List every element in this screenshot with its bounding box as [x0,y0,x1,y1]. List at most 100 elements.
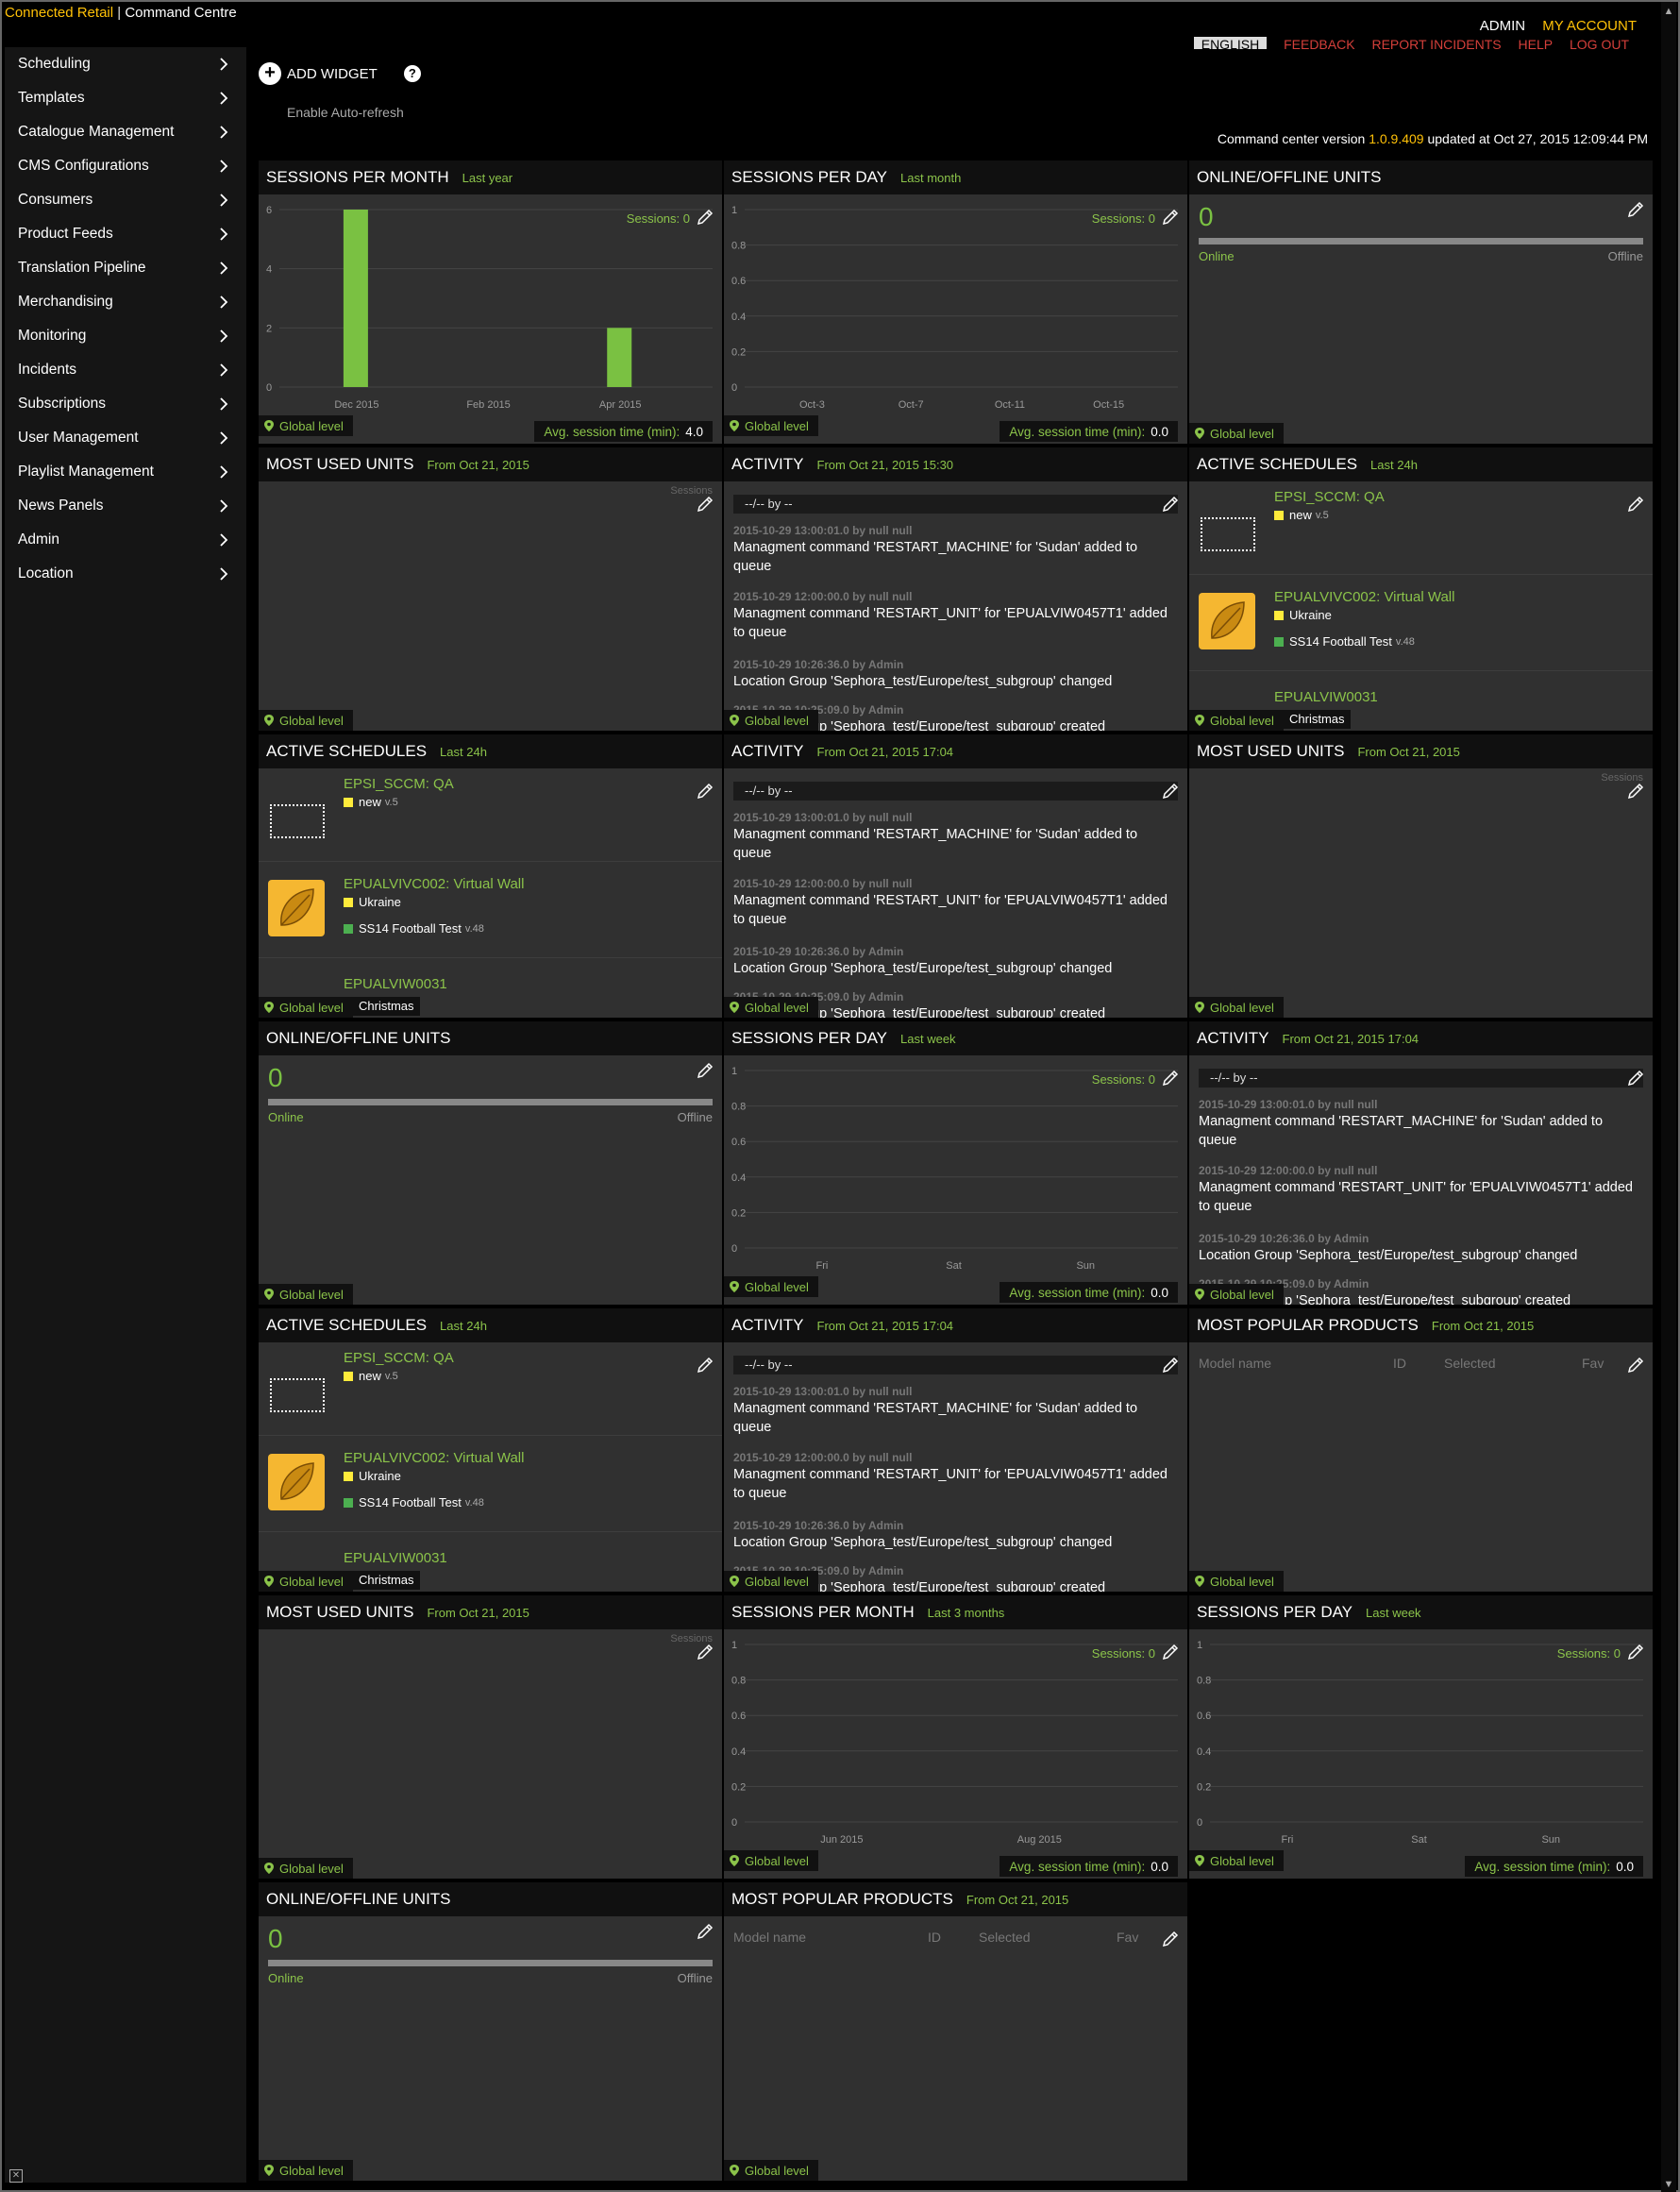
sidebar-item-location[interactable]: Location [5,557,246,591]
edit-widget-icon[interactable] [1161,495,1180,514]
sidebar-item-templates[interactable]: Templates [5,81,246,115]
activity-filter[interactable]: --/-- by -- [733,782,1178,801]
sidebar-item-label: Merchandising [18,294,113,310]
schedule-item-version: v.48 [464,922,484,935]
chevron-right-icon [220,397,228,411]
edit-widget-icon[interactable] [1626,1069,1645,1088]
avg-session-value: 0.0 [1151,1285,1168,1300]
schedule-name[interactable]: EPUALVIW0031 [344,1550,447,1566]
language-select[interactable]: ENGLISH [1193,37,1268,49]
sidebar-item-subscriptions[interactable]: Subscriptions [5,387,246,421]
schedule-name[interactable]: EPUALVIW0031 [1274,689,1378,705]
activity-message: Location Group 'Sephora_test/Europe/test… [1199,1248,1578,1263]
schedule-name[interactable]: EPSI_SCCM: QA [344,776,454,792]
column-fav[interactable]: Fav [1117,1930,1138,1945]
edit-widget-icon[interactable] [1626,1356,1645,1374]
schedule-name[interactable]: EPUALVIVC002: Virtual Wall [1274,589,1454,605]
add-widget-button[interactable]: + ADD WIDGET ? [259,62,421,85]
avg-session-time: Avg. session time (min): 0.0 [1000,1282,1178,1303]
page-scrollbar[interactable]: ▲ ▼ [1661,2,1676,2192]
help-link[interactable]: HELP [1519,37,1554,49]
sidebar-item-label: Scheduling [18,56,91,72]
activity-meta: 2015-10-29 13:00:01.0 by null null [733,524,913,537]
edit-widget-icon[interactable] [696,1643,714,1661]
x-tick-label: Oct-11 [995,399,1025,411]
widget-activity: ACTIVITY From Oct 21, 2015 15:30 --/-- by … [724,447,1187,731]
global-level-label: Global level [279,713,344,728]
schedule-name[interactable]: EPSI_SCCM: QA [1274,489,1385,505]
feedback-link[interactable]: FEEDBACK [1284,37,1354,49]
schedule-name[interactable]: EPUALVIW0031 [344,976,447,992]
edit-widget-icon[interactable] [1161,1069,1180,1088]
widget-title: SESSIONS PER DAY [731,168,888,186]
edit-widget-icon[interactable] [696,208,714,227]
location-pin-icon [730,2165,739,2176]
sidebar-item-consumers[interactable]: Consumers [5,183,246,217]
activity-entry: 2015-10-29 13:00:01.0 by null null Managm… [733,810,1174,863]
avg-session-label: Avg. session time (min): [1009,1859,1146,1874]
schedule-item: new v.5 [344,1369,398,1383]
sidebar-item-cms-configurations[interactable]: CMS Configurations [5,149,246,183]
close-icon[interactable]: ✕ [9,2169,23,2183]
chevron-right-icon [220,533,228,547]
edit-widget-icon[interactable] [1161,782,1180,801]
sidebar-item-admin[interactable]: Admin [5,523,246,557]
app-window: Connected Retail | Command Centre ADMIN … [0,0,1680,2192]
edit-widget-icon[interactable] [1626,495,1645,514]
online-progress-bar [268,1099,713,1105]
sidebar-item-product-feeds[interactable]: Product Feeds [5,217,246,251]
activity-message: Managment command 'RESTART_MACHINE' for … [733,827,1138,861]
activity-filter[interactable]: --/-- by -- [733,495,1178,514]
edit-widget-icon[interactable] [1626,1643,1645,1661]
sidebar-item-incidents[interactable]: Incidents [5,353,246,387]
edit-widget-icon[interactable] [696,1356,714,1374]
sidebar-item-user-management[interactable]: User Management [5,421,246,455]
edit-widget-icon[interactable] [1161,1643,1180,1661]
schedule-name[interactable]: EPUALVIVC002: Virtual Wall [344,876,524,892]
global-level-badge: Global level [259,710,353,731]
my-account-link[interactable]: MY ACCOUNT [1542,18,1637,34]
y-tick-label: 0.8 [731,1676,746,1687]
sidebar-item-translation-pipeline[interactable]: Translation Pipeline [5,251,246,285]
activity-filter[interactable]: --/-- by -- [733,1356,1178,1374]
column-id[interactable]: ID [928,1930,941,1945]
scroll-down-icon[interactable]: ▼ [1663,2179,1674,2190]
widget-spd: SESSIONS PER DAY Last week 0 0.2 0.4 0.6 0.8 1 F… [724,1021,1187,1305]
edit-widget-icon[interactable] [696,782,714,801]
edit-widget-icon[interactable] [1626,782,1645,801]
activity-message: Location Group 'Sephora_test/Europe/test… [733,961,1113,976]
sidebar-item-news-panels[interactable]: News Panels [5,489,246,523]
sidebar-item-label: Monitoring [18,328,87,344]
edit-widget-icon[interactable] [696,495,714,514]
edit-widget-icon[interactable] [1626,200,1645,219]
auto-refresh-toggle[interactable]: Enable Auto-refresh [287,105,404,120]
column-model-name[interactable]: Model name [733,1930,806,1945]
column-selected[interactable]: Selected [979,1930,1030,1945]
column-fav[interactable]: Fav [1582,1356,1604,1371]
sidebar-item-playlist-management[interactable]: Playlist Management [5,455,246,489]
logout-link[interactable]: LOG OUT [1570,37,1629,49]
edit-widget-icon[interactable] [1161,208,1180,227]
sidebar-item-merchandising[interactable]: Merchandising [5,285,246,319]
sessions-chart: 0 0.2 0.4 0.6 0.8 1 Jun 2015 Aug 2015 [731,1640,1178,1846]
x-tick-label: Fri [815,1260,828,1272]
scroll-up-icon[interactable]: ▲ [1663,6,1674,17]
help-icon[interactable]: ? [403,65,421,82]
sidebar-item-scheduling[interactable]: Scheduling [5,47,246,81]
column-selected[interactable]: Selected [1444,1356,1495,1371]
edit-widget-icon[interactable] [1161,1930,1180,1948]
column-id[interactable]: ID [1393,1356,1406,1371]
avg-session-value: 0.0 [1151,424,1168,439]
schedule-item: SS14 Football Test v.48 [1274,634,1415,649]
sidebar-item-monitoring[interactable]: Monitoring [5,319,246,353]
report-incidents-link[interactable]: REPORT INCIDENTS [1371,37,1501,49]
column-model-name[interactable]: Model name [1199,1356,1271,1371]
activity-filter[interactable]: --/-- by -- [1199,1069,1643,1088]
sidebar-item-catalogue-management[interactable]: Catalogue Management [5,115,246,149]
schedule-name[interactable]: EPUALVIVC002: Virtual Wall [344,1450,524,1466]
edit-widget-icon[interactable] [696,1061,714,1080]
activity-message: Managment command 'RESTART_UNIT' for 'EP… [733,606,1168,640]
edit-widget-icon[interactable] [696,1922,714,1941]
edit-widget-icon[interactable] [1161,1356,1180,1374]
schedule-name[interactable]: EPSI_SCCM: QA [344,1350,454,1366]
